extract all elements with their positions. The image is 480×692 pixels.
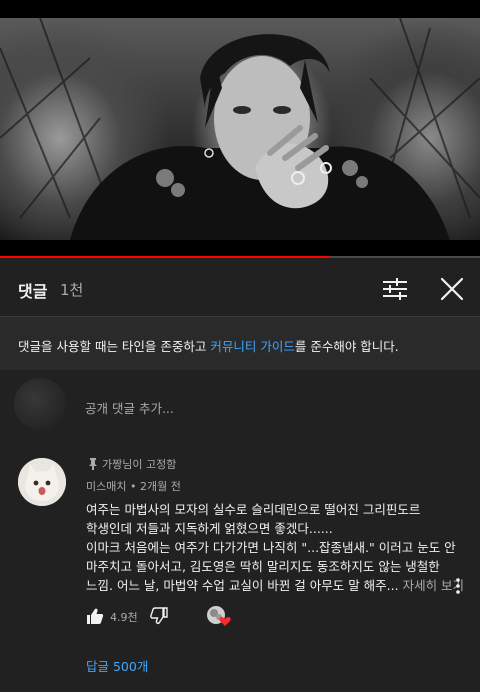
video-progress-fill (0, 256, 329, 258)
replies-button[interactable]: 답글 500개 (86, 656, 148, 675)
creator-heart-icon (207, 606, 231, 626)
community-guidelines-link[interactable]: 커뮤니티 가이드 (210, 339, 294, 354)
pinned-label: 가짱님이 고정함 (88, 456, 176, 472)
creator-heart-badge[interactable] (206, 605, 232, 627)
self-avatar (14, 378, 66, 430)
video-progress-bar[interactable] (0, 256, 480, 258)
pinned-text: 가짱님이 고정함 (102, 458, 177, 471)
pin-icon (89, 458, 97, 470)
more-options-icon[interactable] (450, 576, 466, 596)
guidelines-prefix: 댓글을 사용할 때는 타인을 존중하고 (18, 339, 211, 354)
comment-body[interactable]: 여주는 마법사의 모자의 실수로 슬리데린으로 떨어진 그리핀도르 학생인데 저… (86, 500, 464, 595)
comment-author[interactable]: 미스매치 (86, 480, 126, 493)
guidelines-suffix: 를 준수해야 합니다. (294, 339, 399, 354)
comment-line: 여주는 마법사의 모자의 실수로 슬리데린으로 떨어진 그리핀도르 (86, 502, 421, 517)
comment-time: 2개월 전 (139, 480, 181, 493)
comments-title: 댓글 (18, 282, 48, 301)
avatar[interactable] (18, 458, 66, 506)
add-comment-input[interactable]: 공개 댓글 추가... (85, 398, 174, 417)
guidelines-text: 댓글을 사용할 때는 타인을 존중하고 커뮤니티 가이드를 준수해야 합니다. (18, 336, 399, 355)
comment-meta: 미스매치 • 2개월 전 (86, 478, 181, 494)
comments-count: 1천 (60, 281, 84, 299)
dislike-icon[interactable] (150, 607, 168, 625)
comment-line: 이마크 처음에는 여주가 다가가면 나직히 "...잡종냄새." 이러고 눈도 … (86, 540, 456, 555)
comments-header: 댓글 1천 (0, 262, 480, 316)
comment-line: 마주치고 돌아서고, 김도영은 딱히 말리지도 동조하지도 않는 냉철한 (86, 559, 440, 574)
comment-actions: 4.9천 (86, 605, 286, 629)
add-comment-row[interactable]: 공개 댓글 추가... (0, 370, 480, 440)
comment-line: 느낌. 어느 날, 마법약 수업 교실이 바뀐 걸 아무도 말 해주... (86, 578, 399, 593)
like-icon[interactable] (86, 607, 104, 625)
like-count: 4.9천 (110, 611, 138, 624)
cat-avatar-icon (18, 458, 66, 506)
comment-line-last: 느낌. 어느 날, 마법약 수업 교실이 바뀐 걸 아무도 말 해주... 자세… (86, 576, 464, 595)
close-icon[interactable] (438, 275, 466, 303)
meta-separator: • (126, 480, 140, 493)
video-still-image (0, 18, 480, 240)
community-guidelines-notice: 댓글을 사용할 때는 타인을 존중하고 커뮤니티 가이드를 준수해야 합니다. (0, 317, 480, 370)
video-frame[interactable] (0, 18, 480, 240)
comment-item: 가짱님이 고정함 미스매치 • 2개월 전 여주는 마법사의 모자의 실수로 슬… (0, 448, 480, 692)
comment-line: 학생인데 저들과 지독하게 얽혔으면 좋겠다...... (86, 521, 333, 536)
sort-icon[interactable] (381, 276, 409, 302)
video-player[interactable] (0, 0, 480, 258)
